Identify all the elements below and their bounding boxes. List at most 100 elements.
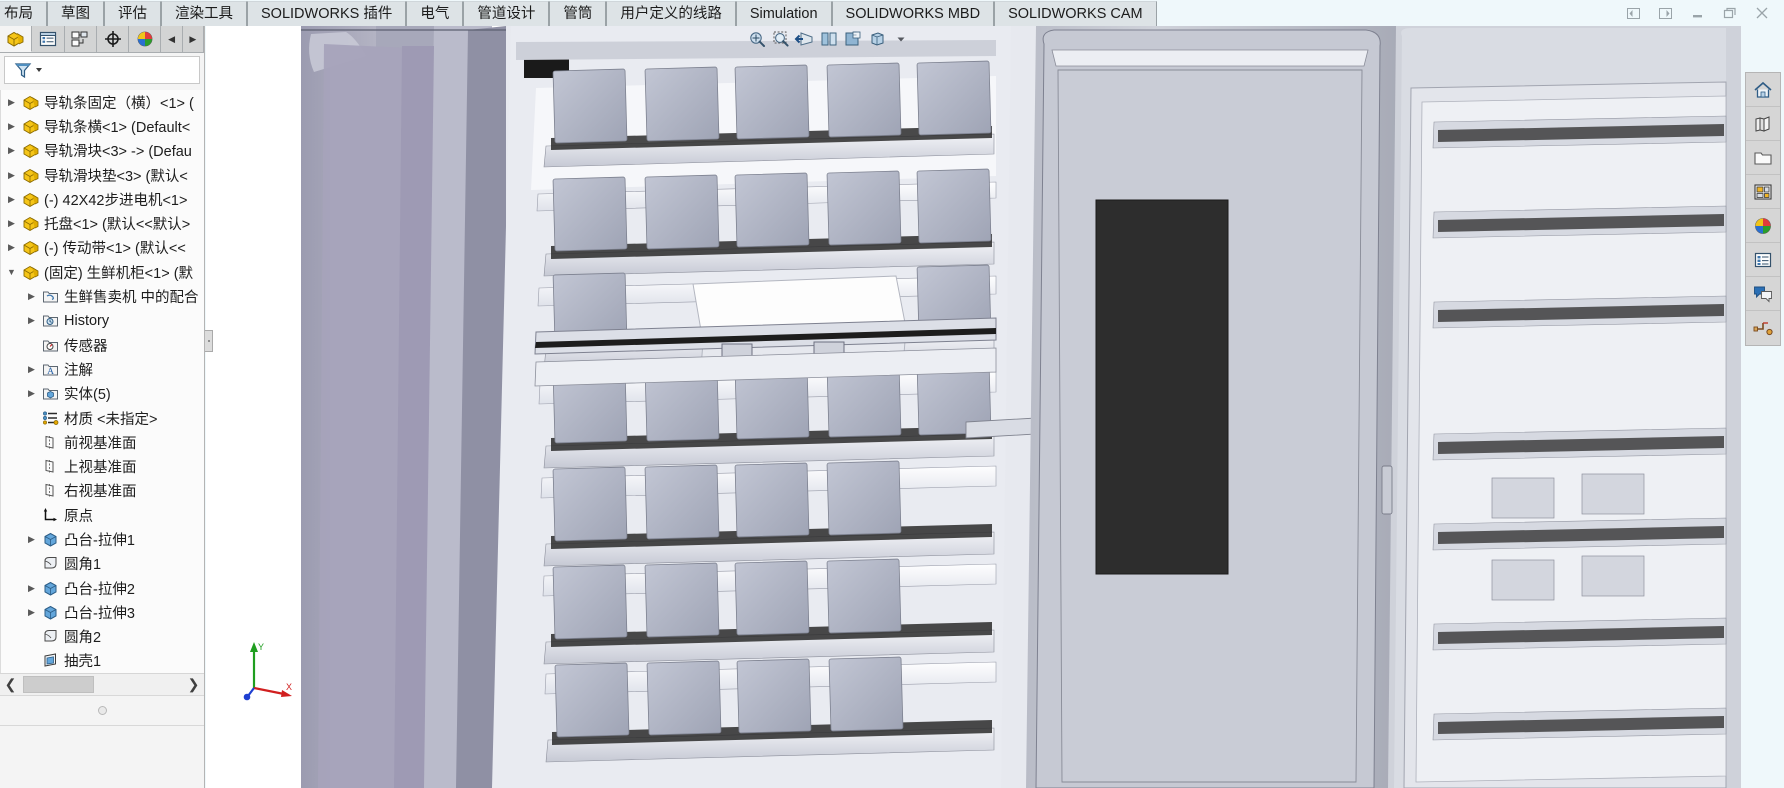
tab-sketch[interactable]: 草图 [47,1,104,26]
tree-item[interactable]: 圆角1 [1,552,204,576]
tab-layout[interactable]: 布局 [0,1,47,26]
boss-extrude-icon [40,580,61,597]
assembly-component-icon [20,239,41,256]
material-icon [40,410,61,427]
tab-user-defined-route[interactable]: 用户定义的线路 [606,1,736,26]
expand-arrow-icon[interactable]: ▶ [23,583,40,594]
tab-solidworks-addins[interactable]: SOLIDWORKS 插件 [247,1,406,26]
tab-piping-design[interactable]: 管道设计 [463,1,549,26]
filter-dropdown-caret[interactable] [36,68,42,72]
previous-view-button[interactable] [794,29,816,49]
expand-arrow-icon[interactable]: ▶ [23,388,40,399]
tree-item[interactable]: 圆角2 [1,625,204,649]
assembly-component-icon [20,142,41,159]
section-view-button[interactable] [818,29,840,49]
panel-splitter[interactable] [205,330,213,352]
tree-horizontal-scrollbar[interactable]: ❮ ❯ [0,673,204,695]
panel-resize-grip[interactable] [0,695,204,725]
tree-item[interactable]: 上视基准面 [1,454,204,478]
tree-item[interactable]: 抽壳1 [1,649,204,673]
minimize-button[interactable] [1689,5,1706,22]
tree-item[interactable]: ▶ 生鲜售卖机 中的配合 [1,284,204,308]
configuration-manager-tab[interactable] [65,26,97,52]
view-orientation-button[interactable] [842,29,864,49]
tab-evaluate[interactable]: 评估 [104,1,161,26]
tree-item[interactable]: 材质 <未指定> [1,406,204,430]
expand-arrow-icon[interactable]: ▶ [3,170,20,181]
zoom-to-fit-button[interactable] [746,29,768,49]
tab-simulation[interactable]: Simulation [736,1,832,26]
expand-arrow-icon[interactable]: ▶ [3,194,20,205]
display-style-button[interactable] [866,29,888,49]
display-manager-tab[interactable] [129,26,161,52]
expand-arrow-icon[interactable]: ▶ [23,291,40,302]
tree-item[interactable]: ▶ (-) 传动带<1> (默认<< [1,236,204,260]
tree-item[interactable]: 原点 [1,503,204,527]
expand-arrow-icon[interactable]: ▶ [23,607,40,618]
custom-properties-button[interactable] [1746,243,1780,277]
tree-item-label: 前视基准面 [64,432,137,453]
tree-item[interactable]: ▶ 凸台-拉伸3 [1,600,204,624]
expand-arrow-icon[interactable]: ▶ [3,145,20,156]
tree-filter-bar[interactable] [4,56,200,84]
manager-tabs-next-button[interactable]: ▶ [183,26,204,52]
tree-item[interactable]: 传感器 [1,333,204,357]
tree-item-label: 生鲜售卖机 中的配合 [64,286,199,307]
tree-item-label: 圆角1 [64,553,101,574]
restore-tab-left-button[interactable] [1625,5,1642,22]
tab-solidworks-cam[interactable]: SOLIDWORKS CAM [994,1,1157,26]
tree-item[interactable]: ▶ 凸台-拉伸2 [1,576,204,600]
tree-item[interactable]: ▶ 导轨条固定（横）<1> ( [1,90,204,114]
tree-item[interactable]: ▶ 导轨滑块垫<3> (默认< [1,163,204,187]
tree-item[interactable]: ▶ 托盘<1> (默认<<默认> [1,211,204,235]
design-library-button[interactable] [1746,107,1780,141]
tab-render-tools[interactable]: 渲染工具 [161,1,247,26]
feature-tree[interactable]: ▶ 导轨条固定（横）<1> ( ▶ 导轨条横<1> (Default< ▶ 导轨… [0,90,204,673]
expand-arrow-icon[interactable]: ▶ [23,364,40,375]
funnel-icon[interactable] [13,60,42,80]
tree-item[interactable]: ▶ 导轨条横<1> (Default< [1,114,204,138]
home-button[interactable] [1746,73,1780,107]
display-style-dropdown[interactable] [890,29,912,49]
tree-item[interactable]: ▶ (-) 42X42步进电机<1> [1,187,204,211]
manager-tabs-prev-button[interactable]: ◀ [161,26,182,52]
tab-solidworks-mbd[interactable]: SOLIDWORKS MBD [832,1,995,26]
close-button[interactable] [1753,5,1770,22]
expand-arrow-icon[interactable]: ▶ [3,218,20,229]
expand-arrow-icon[interactable]: ▶ [23,534,40,545]
routing-library-button[interactable] [1746,311,1780,345]
file-explorer-button[interactable] [1746,141,1780,175]
expand-arrow-icon[interactable]: ▶ [3,97,20,108]
feature-manager-tab[interactable] [0,26,32,52]
tree-item[interactable]: 前视基准面 [1,430,204,454]
tree-item[interactable]: ▶ 实体(5) [1,382,204,406]
view-palette-button[interactable] [1746,175,1780,209]
tree-item[interactable]: ▶ 凸台-拉伸1 [1,527,204,551]
tree-item[interactable]: ▶ History [1,309,204,333]
scrollbar-track[interactable] [21,676,183,693]
tree-item[interactable]: 右视基准面 [1,479,204,503]
restore-tab-right-button[interactable] [1657,5,1674,22]
restore-button[interactable] [1721,5,1738,22]
tree-item-label: 托盘<1> (默认<<默认> [44,213,190,234]
expand-arrow-icon[interactable]: ▶ [3,242,20,253]
plane-icon [40,458,61,475]
dimxpert-manager-tab[interactable] [97,26,129,52]
tree-item[interactable]: ▶ A 注解 [1,357,204,381]
scrollbar-thumb[interactable] [23,676,94,693]
expand-arrow-icon[interactable]: ▶ [23,315,40,326]
zoom-to-area-button[interactable] [770,29,792,49]
tree-item-label: 传感器 [64,335,108,356]
tree-item[interactable]: ▼ (固定) 生鲜机柜<1> (默 [1,260,204,284]
tab-electrical[interactable]: 电气 [406,1,463,26]
scroll-right-button[interactable]: ❯ [183,674,204,695]
expand-arrow-icon[interactable]: ▶ [3,121,20,132]
solidworks-forum-button[interactable] [1746,277,1780,311]
appearances-scenes-button[interactable] [1746,209,1780,243]
scroll-left-button[interactable]: ❮ [0,674,21,695]
tab-tubing[interactable]: 管筒 [549,1,606,26]
property-manager-tab[interactable] [32,26,64,52]
collapse-arrow-icon[interactable]: ▼ [3,267,20,277]
graphics-viewport[interactable]: Y X [206,26,1741,788]
tree-item[interactable]: ▶ 导轨滑块<3> -> (Defau [1,139,204,163]
